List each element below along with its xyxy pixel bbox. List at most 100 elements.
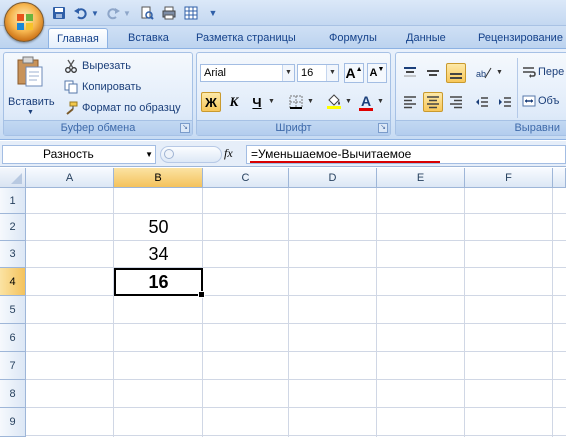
annotation-underline — [250, 161, 440, 163]
font-launcher-icon[interactable]: ↘ — [378, 123, 388, 133]
text-orientation-icon: ab — [476, 67, 492, 79]
column-header-a[interactable]: A — [26, 168, 114, 188]
align-bottom-button[interactable] — [446, 63, 466, 83]
column-header-e[interactable]: E — [377, 168, 465, 188]
undo-dropdown-icon[interactable]: ▼ — [90, 4, 100, 22]
align-right-button[interactable] — [446, 92, 466, 112]
borders-dropdown-icon[interactable]: ▼ — [307, 98, 314, 105]
increase-indent-icon — [499, 97, 511, 107]
gridline — [26, 351, 566, 352]
bold-button[interactable]: Ж — [201, 92, 221, 112]
redo-dropdown-icon[interactable]: ▼ — [122, 4, 132, 22]
svg-text:ab: ab — [476, 69, 486, 79]
redo-icon[interactable] — [104, 4, 122, 22]
row-header-7[interactable]: 7 — [0, 352, 26, 380]
decrease-indent-button[interactable] — [472, 92, 492, 112]
gridline — [26, 213, 566, 214]
select-all-button[interactable] — [0, 168, 26, 188]
fill-color-dropdown-icon[interactable]: ▼ — [345, 98, 352, 105]
fill-handle[interactable] — [198, 291, 205, 298]
column-header-d[interactable]: D — [289, 168, 377, 188]
align-left-button[interactable] — [400, 92, 420, 112]
select-all-corner-icon — [11, 173, 22, 184]
row-header-6[interactable]: 6 — [0, 324, 26, 352]
print-preview-icon[interactable] — [138, 4, 156, 22]
cut-button[interactable]: Вырезать — [64, 57, 131, 75]
underline-button[interactable]: Ч — [247, 92, 267, 112]
shrink-font-button[interactable]: A ▼ — [367, 63, 387, 83]
row-header-8[interactable]: 8 — [0, 380, 26, 408]
paste-button[interactable]: Вставить ▼ — [8, 56, 55, 118]
clipboard-launcher-icon[interactable]: ↘ — [180, 123, 190, 133]
align-center-button[interactable] — [423, 92, 443, 112]
font-name-combo[interactable]: Arial ▼ — [200, 64, 295, 82]
tab-review[interactable]: Рецензирование — [470, 28, 566, 48]
tab-formulas[interactable]: Формулы — [321, 28, 385, 48]
align-top-icon — [404, 67, 416, 77]
merge-button[interactable]: Объ — [522, 94, 559, 108]
merge-cells-icon — [522, 95, 536, 107]
customize-qat-icon[interactable]: ▼ — [204, 4, 222, 22]
copy-button[interactable]: Копировать — [64, 78, 141, 96]
tab-page-layout[interactable]: Разметка страницы — [188, 28, 304, 48]
shrink-font-arrow-icon: ▼ — [377, 65, 385, 73]
format-painter-button[interactable]: Формат по образцу — [64, 99, 181, 117]
increase-indent-button[interactable] — [495, 92, 515, 112]
font-size-value: 16 — [301, 67, 314, 79]
tab-home[interactable]: Главная — [48, 28, 108, 48]
clipboard-group-label: Буфер обмена — [4, 120, 192, 135]
wrap-text-button[interactable]: Пере — [522, 65, 564, 79]
row-header-3[interactable]: 3 — [0, 241, 26, 268]
orientation-button[interactable]: ab — [474, 63, 494, 83]
name-box[interactable]: Разность ▼ — [2, 145, 156, 164]
font-size-dropdown-icon[interactable]: ▼ — [326, 65, 338, 81]
font-color-dropdown-icon[interactable]: ▼ — [377, 98, 384, 105]
save-icon[interactable] — [50, 4, 68, 22]
row-header-2[interactable]: 2 — [0, 214, 26, 241]
underline-dropdown-icon[interactable]: ▼ — [268, 98, 275, 105]
borders-button[interactable] — [286, 92, 306, 112]
italic-button[interactable]: К — [224, 92, 244, 112]
gridline — [26, 407, 566, 408]
paste-dropdown-icon: ▼ — [27, 109, 34, 116]
cell-b2[interactable]: 50 — [114, 214, 203, 241]
gridline — [376, 188, 377, 437]
column-header-c[interactable]: C — [203, 168, 289, 188]
column-header-b[interactable]: B — [114, 168, 203, 188]
fill-color-button[interactable] — [324, 92, 344, 112]
align-top-button[interactable] — [400, 63, 420, 83]
quick-print-icon[interactable] — [160, 4, 178, 22]
font-name-dropdown-icon[interactable]: ▼ — [282, 65, 294, 81]
scissors-icon — [65, 59, 77, 73]
row-header-9[interactable]: 9 — [0, 408, 26, 437]
align-middle-button[interactable] — [423, 63, 443, 83]
tab-data[interactable]: Данные — [398, 28, 454, 48]
gridline — [26, 379, 566, 380]
table-icon[interactable] — [182, 4, 200, 22]
orientation-dropdown-icon[interactable]: ▼ — [496, 69, 503, 76]
gridline — [464, 188, 465, 437]
undo-icon[interactable] — [72, 4, 90, 22]
underline-label: Ч — [252, 94, 262, 110]
copy-icon — [64, 80, 78, 94]
name-box-dropdown-icon[interactable]: ▼ — [145, 146, 153, 163]
format-painter-label: Формат по образцу — [82, 102, 181, 114]
font-color-button[interactable]: A — [356, 92, 376, 112]
row-header-5[interactable]: 5 — [0, 296, 26, 324]
row-header-4[interactable]: 4 — [0, 268, 26, 296]
column-header-f[interactable]: F — [465, 168, 553, 188]
spreadsheet-grid — [0, 168, 566, 437]
insert-function-icon[interactable]: fx — [224, 146, 233, 161]
paste-label: Вставить — [8, 96, 55, 108]
tab-insert[interactable]: Вставка — [120, 28, 177, 48]
office-button[interactable] — [4, 2, 44, 42]
align-right-icon — [450, 96, 462, 109]
cell-b3[interactable]: 34 — [114, 241, 203, 268]
font-size-combo[interactable]: 16 ▼ — [297, 64, 339, 82]
align-left-icon — [404, 96, 416, 109]
font-group-label: Шрифт — [197, 120, 390, 135]
column-header-overflow — [553, 168, 566, 188]
gridline — [26, 267, 566, 268]
row-header-1[interactable]: 1 — [0, 188, 26, 214]
grow-font-button[interactable]: A ▲ — [344, 63, 364, 83]
